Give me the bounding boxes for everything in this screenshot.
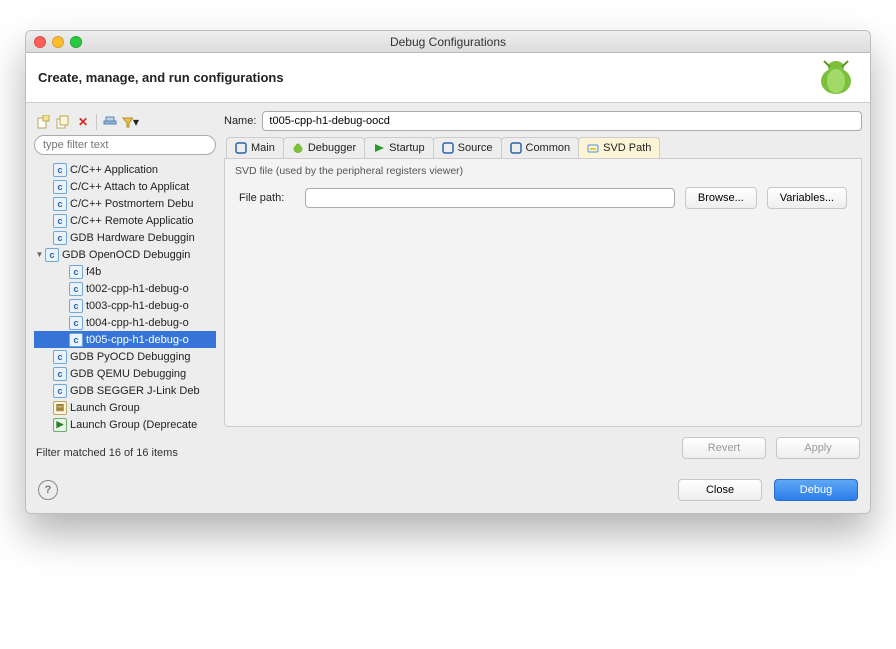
c-config-icon: c [69, 282, 83, 296]
disclosure-open-icon: ▼ [34, 250, 45, 259]
tree-label: f4b [86, 266, 214, 278]
tree-label: t002-cpp-h1-debug-o [86, 283, 214, 295]
tab-source[interactable]: Source [433, 137, 502, 158]
tree-row[interactable]: cC/C++ Remote Applicatio [34, 212, 216, 229]
startup-icon [373, 142, 385, 154]
duplicate-config-button[interactable] [54, 113, 72, 131]
svd-path-panel: SVD file (used by the peripheral registe… [224, 159, 862, 427]
toolbar-separator [96, 114, 97, 130]
tree-row[interactable]: ct002-cpp-h1-debug-o [34, 280, 216, 297]
c-config-icon: c [69, 316, 83, 330]
bug-icon [814, 55, 858, 99]
tab-label: Startup [389, 142, 424, 154]
tab-label: SVD Path [603, 142, 651, 154]
tree-label: GDB QEMU Debugging [70, 368, 214, 380]
tree-label: GDB Hardware Debuggin [70, 232, 214, 244]
apply-button[interactable]: Apply [776, 437, 860, 459]
window-close-button[interactable] [34, 36, 46, 48]
delete-config-button[interactable]: ✕ [74, 113, 92, 131]
file-path-input[interactable] [305, 188, 675, 208]
source-icon [442, 142, 454, 154]
c-config-icon: c [53, 367, 67, 381]
variables-button[interactable]: Variables... [767, 187, 847, 209]
tab-main[interactable]: Main [226, 137, 284, 158]
window-maximize-button[interactable] [70, 36, 82, 48]
tab-svd-path[interactable]: SVD Path [578, 137, 660, 158]
window-minimize-button[interactable] [52, 36, 64, 48]
debug-button[interactable]: Debug [774, 479, 858, 501]
c-config-icon: c [53, 197, 67, 211]
help-icon[interactable]: ? [38, 480, 58, 500]
c-config-icon: c [53, 214, 67, 228]
filter-status: Filter matched 16 of 16 items [34, 441, 216, 459]
c-config-icon: c [45, 248, 59, 262]
tree-row[interactable]: cGDB PyOCD Debugging [34, 348, 216, 365]
revert-button[interactable]: Revert [682, 437, 766, 459]
common-icon [510, 142, 522, 154]
tree-row[interactable]: ct005-cpp-h1-debug-o [34, 331, 216, 348]
header-title: Create, manage, and run configurations [38, 70, 284, 85]
c-config-icon: c [69, 333, 83, 347]
filter-dropdown-button[interactable]: ▾ [121, 113, 139, 131]
tree-row[interactable]: cC/C++ Attach to Applicat [34, 178, 216, 195]
titlebar: Debug Configurations [26, 31, 870, 53]
tree-row[interactable]: cGDB Hardware Debuggin [34, 229, 216, 246]
tree-row[interactable]: ct004-cpp-h1-debug-o [34, 314, 216, 331]
tree-label: t004-cpp-h1-debug-o [86, 317, 214, 329]
tab-label: Main [251, 142, 275, 154]
dialog-header: Create, manage, and run configurations [26, 53, 870, 103]
window-title: Debug Configurations [34, 35, 862, 49]
tree-row[interactable]: ▤Launch Group [34, 399, 216, 416]
c-config-icon: c [53, 163, 67, 177]
tab-label: Source [458, 142, 493, 154]
tree-toolbar: ✕ ▾ [34, 111, 216, 135]
c-config-icon: c [53, 350, 67, 364]
c-config-icon: c [69, 265, 83, 279]
c-config-icon: c [53, 180, 67, 194]
file-path-label: File path: [239, 192, 295, 204]
tree-label: C/C++ Postmortem Debu [70, 198, 214, 210]
tree-label: C/C++ Remote Applicatio [70, 215, 214, 227]
main-icon [235, 142, 247, 154]
filter-input[interactable] [34, 135, 216, 155]
close-button[interactable]: Close [678, 479, 762, 501]
launch-group-icon: ▤ [53, 401, 67, 415]
tree-row[interactable]: cGDB QEMU Debugging [34, 365, 216, 382]
tree-label: GDB SEGGER J-Link Deb [70, 385, 214, 397]
tree-label: t005-cpp-h1-debug-o [86, 334, 214, 346]
name-input[interactable] [262, 111, 862, 131]
tree-row[interactable]: ▼cGDB OpenOCD Debuggin [34, 246, 216, 263]
tree-row[interactable]: ct003-cpp-h1-debug-o [34, 297, 216, 314]
svd-path-icon [587, 142, 599, 154]
tree-row[interactable]: cC/C++ Postmortem Debu [34, 195, 216, 212]
collapse-all-button[interactable] [101, 113, 119, 131]
browse-button[interactable]: Browse... [685, 187, 757, 209]
tab-common[interactable]: Common [501, 137, 580, 158]
tab-startup[interactable]: Startup [364, 137, 433, 158]
tree-label: C/C++ Attach to Applicat [70, 181, 214, 193]
tree-label: GDB OpenOCD Debuggin [62, 249, 214, 261]
tree-row[interactable]: ▶Launch Group (Deprecate [34, 416, 216, 433]
config-tree[interactable]: cC/C++ ApplicationcC/C++ Attach to Appli… [34, 159, 216, 441]
tree-row[interactable]: cGDB SEGGER J-Link Deb [34, 382, 216, 399]
name-label: Name: [224, 115, 256, 127]
tree-row[interactable]: cf4b [34, 263, 216, 280]
new-config-button[interactable] [34, 113, 52, 131]
c-config-icon: c [69, 299, 83, 313]
tab-label: Debugger [308, 142, 356, 154]
tree-label: Launch Group [70, 402, 214, 414]
tree-label: C/C++ Application [70, 164, 214, 176]
tab-bar: Main Debugger Startup Source Common SVD Path [224, 137, 862, 159]
c-config-icon: c [53, 384, 67, 398]
debugger-icon [292, 142, 304, 154]
tree-label: Launch Group (Deprecate [70, 419, 214, 431]
launch-group-deprecated-icon: ▶ [53, 418, 67, 432]
tree-label: GDB PyOCD Debugging [70, 351, 214, 363]
panel-subtitle: SVD file (used by the peripheral registe… [225, 159, 861, 183]
tree-label: t003-cpp-h1-debug-o [86, 300, 214, 312]
c-config-icon: c [53, 231, 67, 245]
tab-label: Common [526, 142, 571, 154]
tab-debugger[interactable]: Debugger [283, 137, 365, 158]
tree-row[interactable]: cC/C++ Application [34, 161, 216, 178]
